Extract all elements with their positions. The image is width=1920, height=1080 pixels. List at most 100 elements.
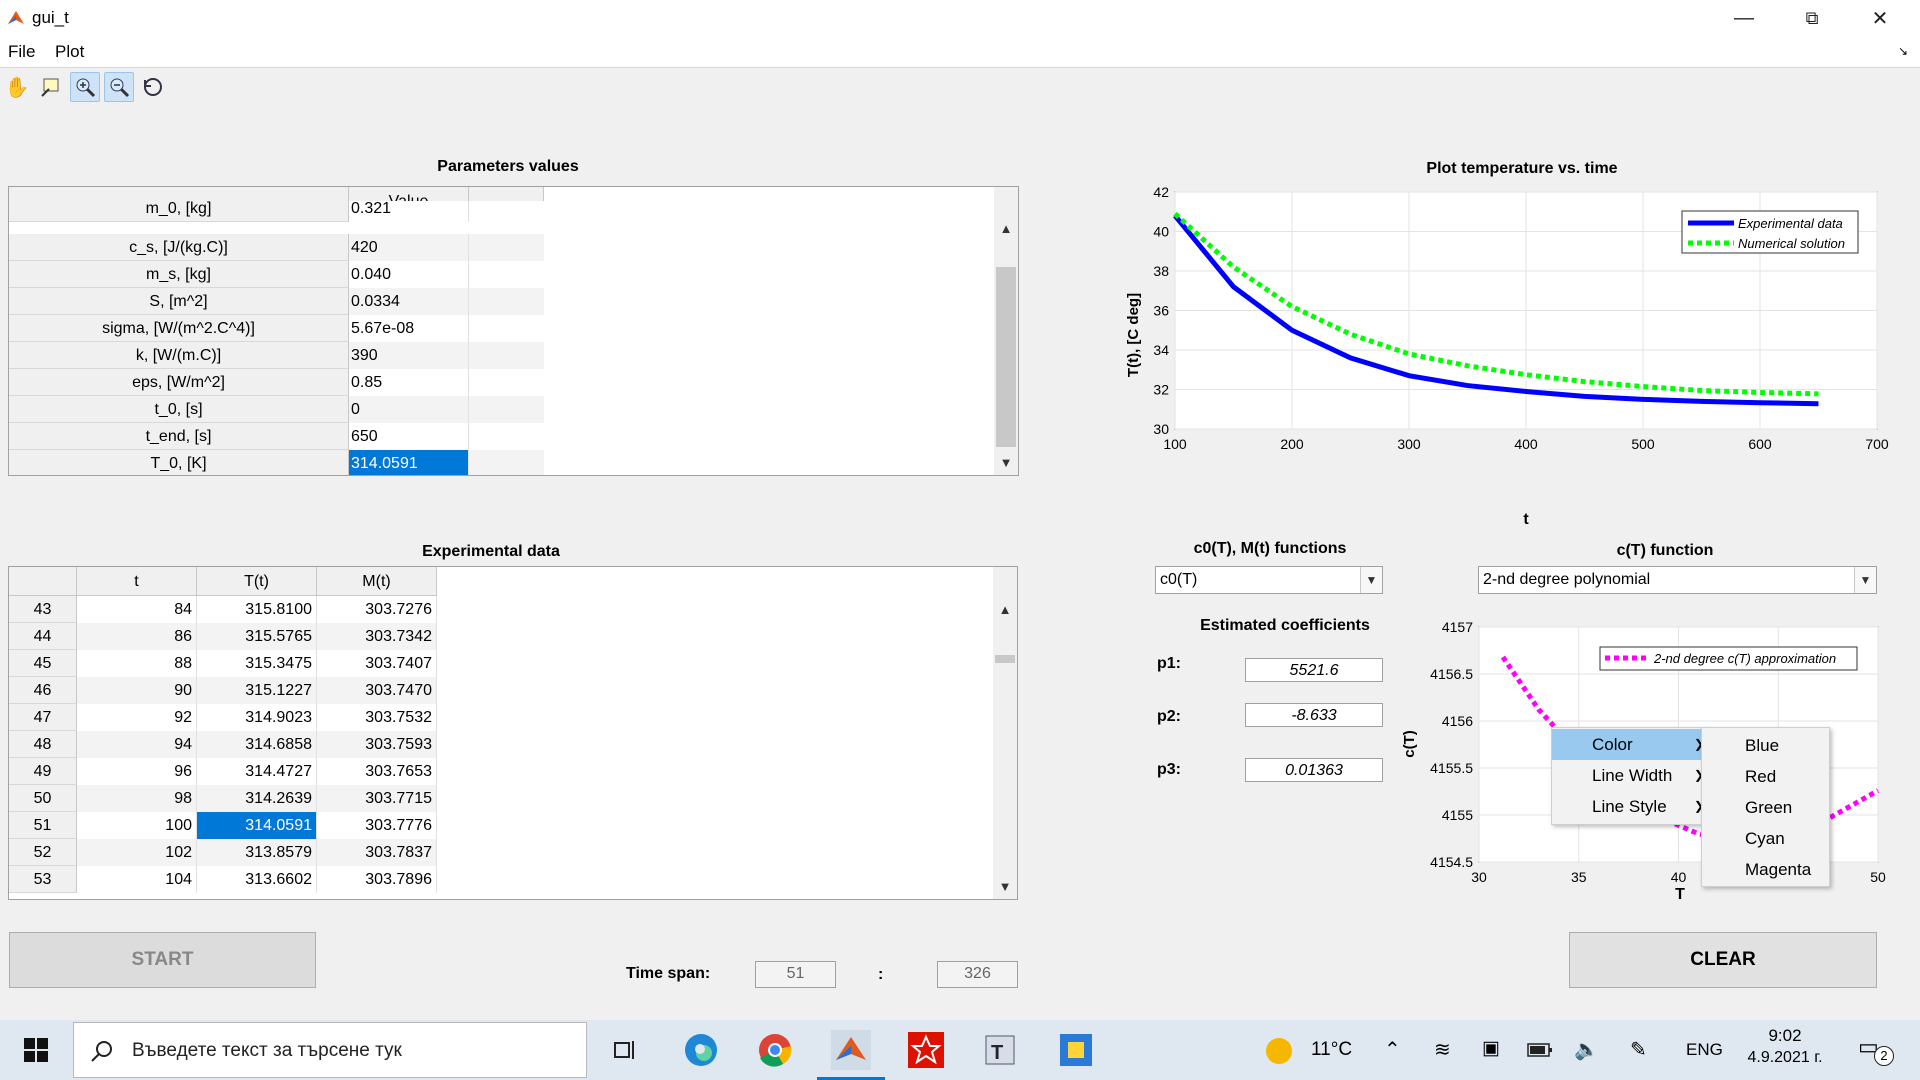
scroll-down-icon[interactable]: ▼ [995,451,1017,473]
submenu-red[interactable]: Red [1745,761,1776,792]
dock-arrow-icon[interactable]: ↘ [1898,44,1908,58]
param-value[interactable]: 314.0591 [349,450,469,475]
param-value[interactable]: 0.0334 [349,288,469,315]
cell-T[interactable]: 315.5765 [197,623,317,650]
start-button[interactable]: START [9,932,316,988]
cell-M[interactable]: 303.7342 [317,623,437,650]
taskbar-search[interactable]: Въведете текст за търсене тук [73,1022,587,1078]
param-value[interactable]: 420 [349,234,469,261]
param-blank-cell[interactable] [469,450,544,475]
cell-T[interactable]: 315.1227 [197,677,317,704]
minimize-button[interactable]: — [1710,0,1778,36]
param-value[interactable]: 650 [349,423,469,450]
cell-t[interactable]: 84 [77,596,197,623]
cell-t[interactable]: 96 [77,758,197,785]
cell-t[interactable]: 86 [77,623,197,650]
param-blank-cell[interactable] [469,234,544,261]
col-header-T[interactable]: T(t) [197,567,317,596]
volume-icon[interactable]: 🔈 [1574,1037,1599,1062]
param-value[interactable]: 0.040 [349,261,469,288]
cT-legend[interactable]: 2-nd degree c(T) approximation [1599,646,1858,671]
submenu-magenta[interactable]: Magenta [1745,854,1811,885]
param-blank-cell[interactable] [469,423,544,450]
cell-M[interactable]: 303.7407 [317,650,437,677]
exp-scrollbar[interactable]: ▲ ▼ [993,567,1017,899]
param-blank-cell[interactable] [469,288,544,315]
close-button[interactable]: ✕ [1846,0,1914,36]
rotate-button[interactable] [138,72,168,102]
menu-item-line-width[interactable]: Line Width ❯ [1552,760,1708,791]
param-blank-cell[interactable] [469,369,544,396]
pan-button[interactable]: ✋ [2,72,32,102]
cell-T[interactable]: 314.2639 [197,785,317,812]
chrome-button[interactable] [755,1030,795,1070]
cell-T[interactable]: 313.6602 [197,866,317,893]
cell-T[interactable]: 315.8100 [197,596,317,623]
time-span-from[interactable]: 51 [755,961,836,988]
scroll-thumb[interactable] [996,267,1016,447]
c0-dropdown[interactable]: c0(T) ▼ [1155,566,1383,594]
cell-T[interactable]: 314.9023 [197,704,317,731]
cell-M[interactable]: 303.7276 [317,596,437,623]
p3-field[interactable]: 0.01363 [1245,758,1383,782]
scroll-thumb[interactable] [995,655,1015,663]
chevron-down-icon[interactable]: ▼ [1854,567,1876,593]
cell-M[interactable]: 303.7715 [317,785,437,812]
param-value[interactable]: 0.321 [349,201,469,222]
task-view-button[interactable] [604,1030,644,1070]
param-value[interactable]: 5.67e-08 [349,315,469,342]
edge-button[interactable] [681,1030,721,1070]
scroll-down-icon[interactable]: ▼ [994,875,1016,897]
p1-field[interactable]: 5521.6 [1245,658,1383,682]
wifi-icon[interactable]: ≋ [1434,1037,1451,1062]
zoom-out-button[interactable] [104,72,134,102]
param-blank-cell[interactable] [469,201,544,222]
menu-file[interactable]: File [8,42,35,62]
clock[interactable]: 9:02 4.9.2021 г. [1740,1026,1830,1067]
menu-item-color[interactable]: Color ❯ [1552,729,1708,760]
submenu-green[interactable]: Green [1745,792,1792,823]
scroll-up-icon[interactable]: ▲ [995,217,1017,239]
start-menu-button[interactable] [16,1030,56,1070]
chevron-up-icon[interactable]: ⌃ [1384,1037,1401,1062]
data-cursor-button[interactable] [36,72,66,102]
chevron-down-icon[interactable]: ▼ [1360,567,1382,593]
menu-plot[interactable]: Plot [55,42,84,62]
time-span-to[interactable]: 326 [937,961,1018,988]
cell-t[interactable]: 94 [77,731,197,758]
meet-icon[interactable]: ▣ [1482,1037,1500,1060]
cell-t[interactable]: 100 [77,812,197,839]
col-header-M[interactable]: M(t) [317,567,437,596]
pen-icon[interactable]: ✎ [1630,1037,1647,1062]
cell-t[interactable]: 104 [77,866,197,893]
cell-t[interactable]: 98 [77,785,197,812]
language-indicator[interactable]: ENG [1686,1040,1723,1060]
param-value[interactable]: 0.85 [349,369,469,396]
param-blank-cell[interactable] [469,261,544,288]
cell-T[interactable]: 315.3475 [197,650,317,677]
cell-t[interactable]: 88 [77,650,197,677]
param-blank-cell[interactable] [469,315,544,342]
plot-legend[interactable]: Experimental data Numerical solution [1681,210,1859,254]
weather-temp[interactable]: 11°C [1311,1039,1352,1061]
cell-M[interactable]: 303.7653 [317,758,437,785]
cell-T[interactable]: 314.6858 [197,731,317,758]
param-blank-cell[interactable] [469,396,544,423]
cell-M[interactable]: 303.7776 [317,812,437,839]
param-value[interactable]: 0 [349,396,469,423]
zoom-in-button[interactable] [70,72,100,102]
submenu-blue[interactable]: Blue [1745,730,1779,761]
cell-M[interactable]: 303.7896 [317,866,437,893]
cell-T[interactable]: 314.0591 [197,812,317,839]
cell-t[interactable]: 90 [77,677,197,704]
matlab-taskbar-button[interactable] [831,1030,871,1070]
texstudio-button[interactable]: T [980,1030,1020,1070]
cell-t[interactable]: 102 [77,839,197,866]
p2-field[interactable]: -8.633 [1245,703,1383,727]
cell-T[interactable]: 313.8579 [197,839,317,866]
submenu-cyan[interactable]: Cyan [1745,823,1785,854]
params-scrollbar[interactable]: ▲ ▼ [994,187,1018,475]
cell-t[interactable]: 92 [77,704,197,731]
cell-T[interactable]: 314.4727 [197,758,317,785]
col-header-t[interactable]: t [77,567,197,596]
